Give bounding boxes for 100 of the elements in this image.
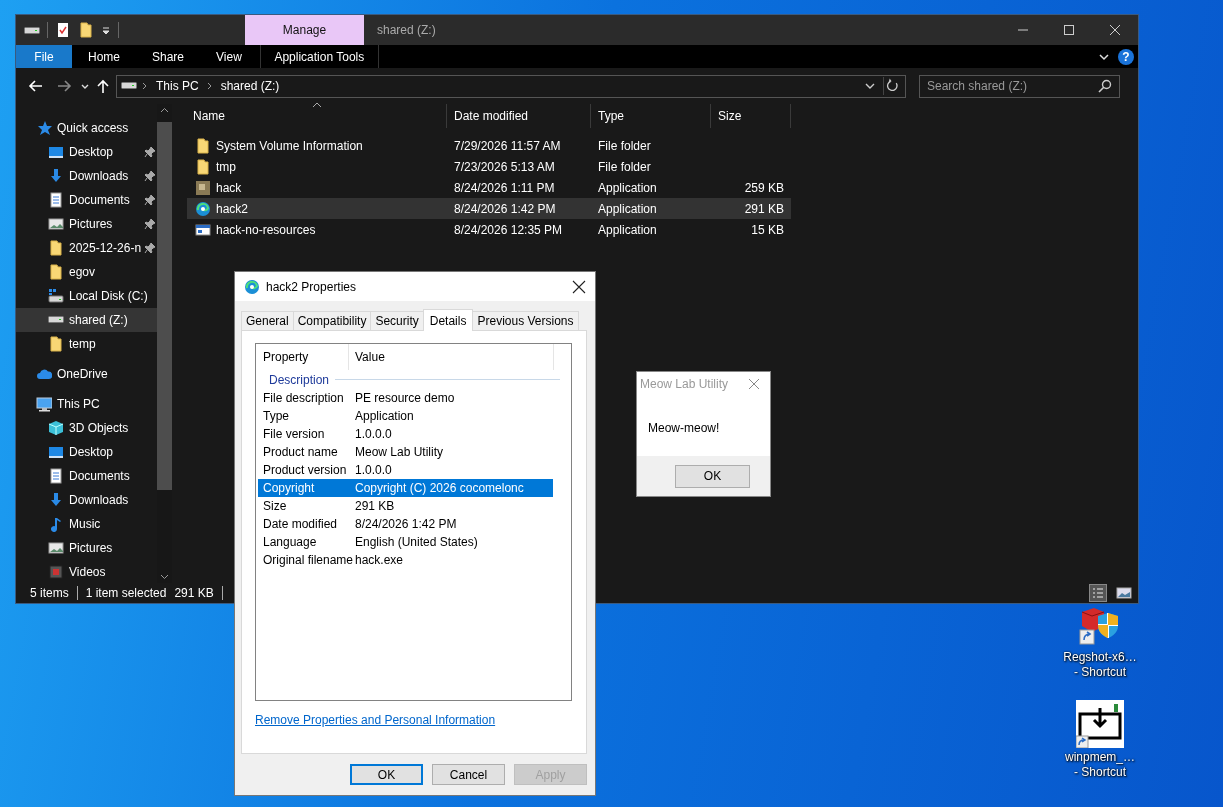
property-row[interactable]: Language English (United States) [258, 533, 553, 551]
breadcrumb[interactable]: This PC [153, 79, 202, 93]
dialog-title: hack2 Properties [266, 279, 357, 294]
selection-info: 1 item selected [85, 586, 167, 600]
file-row[interactable]: hack 8/24/2026 1:11 PM Application 259 KB [187, 177, 791, 198]
property-row[interactable]: Copyright Copyright (C) 2026 cocomelonc [258, 479, 553, 497]
file-name: tmp [216, 159, 236, 174]
property-row[interactable]: Type Application [258, 407, 553, 425]
dialog-button[interactable]: Cancel [432, 764, 505, 785]
help-button[interactable]: ? [1118, 48, 1134, 65]
ribbon-tab[interactable]: View [200, 45, 258, 68]
property-name: Copyright [262, 481, 316, 495]
nav-item[interactable]: egov [16, 260, 157, 284]
music-note-icon [48, 516, 64, 532]
nav-item[interactable]: Desktop [16, 440, 157, 464]
column-header[interactable]: Value [349, 344, 554, 370]
file-row[interactable]: hack2 8/24/2026 1:42 PM Application 291 KB [187, 198, 791, 219]
shortcut-label[interactable]: Regshot-x6… - Shortcut [1063, 650, 1137, 680]
checklist-icon[interactable] [55, 22, 71, 38]
ribbon-tab[interactable]: Home [72, 45, 136, 68]
message-text: Meow-meow! [647, 420, 721, 437]
tab[interactable]: Security [370, 311, 424, 330]
ok-button[interactable]: OK [675, 464, 750, 488]
file-date: 8/24/2026 1:11 PM [453, 179, 556, 197]
column-header[interactable]: Date modified [447, 104, 591, 128]
ribbon-tab[interactable]: Share [136, 45, 201, 68]
folder-icon [195, 158, 211, 175]
file-size: 15 KB [751, 222, 784, 237]
nav-item[interactable]: Downloads [16, 164, 157, 188]
nav-item[interactable]: Desktop [16, 140, 157, 164]
property-value: English (United States) [354, 535, 479, 549]
property-row[interactable]: File version 1.0.0.0 [258, 425, 553, 443]
ribbon-tab[interactable]: File [16, 45, 72, 68]
nav-item[interactable]: OneDrive [16, 362, 157, 386]
property-row[interactable]: Product version 1.0.0.0 [258, 461, 553, 479]
nav-item-label: Videos [69, 565, 106, 579]
details-view-icon[interactable] [1089, 584, 1107, 602]
address-bar[interactable]: This PC shared (Z:) [116, 74, 906, 98]
dialog-button[interactable]: OK [350, 764, 423, 785]
nav-item[interactable]: Music [16, 512, 157, 536]
nav-item[interactable]: shared (Z:) [16, 308, 157, 332]
nav-item[interactable]: Quick access [16, 116, 157, 140]
drive-icon [48, 288, 64, 304]
nav-item[interactable]: Videos [16, 560, 157, 583]
property-value: 291 KB [354, 499, 396, 513]
column-header[interactable]: Size [711, 104, 791, 128]
column-header[interactable]: Type [591, 104, 711, 128]
search-field[interactable]: Search shared (Z:) [919, 74, 1120, 98]
nav-item-label: Pictures [69, 217, 113, 231]
property-value: PE resource demo [354, 391, 456, 405]
file-name: System Volume Information [216, 138, 363, 153]
nav-item-label: 3D Objects [69, 421, 129, 435]
ribbon-tab[interactable]: Application Tools [259, 45, 379, 68]
nav-item[interactable]: Documents [16, 188, 157, 212]
property-row[interactable]: Size 291 KB [258, 497, 553, 515]
property-row[interactable]: File description PE resource demo [258, 389, 553, 407]
property-name: Type [262, 409, 290, 423]
swirl-icon [244, 278, 260, 295]
column-header[interactable]: Property [257, 344, 349, 370]
nav-item-label: OneDrive [57, 367, 108, 381]
nav-item[interactable]: Downloads [16, 488, 157, 512]
computer-icon [36, 396, 52, 412]
nav-item[interactable]: Local Disk (C:) [16, 284, 157, 308]
breadcrumb[interactable]: shared (Z:) [217, 79, 283, 93]
remove-properties-link[interactable]: Remove Properties and Personal Information [255, 713, 496, 727]
close-icon[interactable] [572, 279, 586, 294]
nav-item[interactable]: temp [16, 332, 157, 356]
file-type: Application [597, 221, 658, 239]
file-row[interactable]: tmp 7/23/2026 5:13 AM File folder [187, 156, 791, 177]
contextual-tab-header: Manage [245, 15, 364, 45]
nav-item[interactable]: Pictures [16, 212, 157, 236]
thumbnail-view-icon[interactable] [1115, 584, 1133, 602]
refresh-icon[interactable] [883, 77, 901, 95]
property-row[interactable]: Product name Meow Lab Utility [258, 443, 553, 461]
file-size: 259 KB [744, 180, 784, 195]
nav-item[interactable]: 2025-12-26-n [16, 236, 157, 260]
nav-item[interactable]: Documents [16, 464, 157, 488]
drive-icon[interactable] [24, 26, 40, 34]
nav-item-label: Local Disk (C:) [69, 289, 148, 303]
nav-item[interactable]: Pictures [16, 536, 157, 560]
nav-item[interactable]: 3D Objects [16, 416, 157, 440]
document-icon [48, 192, 64, 208]
scrollbar-thumb[interactable] [157, 122, 172, 490]
shortcut-label[interactable]: winpmem_… - Shortcut [1065, 750, 1135, 780]
nav-item-label: Pictures [69, 541, 113, 555]
tab[interactable]: Details [422, 309, 474, 331]
folder-icon[interactable] [78, 22, 94, 38]
column-header[interactable]: Name [187, 104, 447, 128]
property-row[interactable]: Date modified 8/24/2026 1:42 PM [258, 515, 553, 533]
file-row[interactable]: hack-no-resources 8/24/2026 12:35 PM Application 15 KB [187, 219, 791, 240]
tab[interactable]: Compatibility [292, 311, 372, 330]
property-value: 1.0.0.0 [354, 427, 393, 441]
folder-icon [195, 137, 211, 154]
property-row[interactable]: Original filename hack.exe [258, 551, 553, 569]
tab[interactable]: General [241, 311, 294, 330]
property-value: Meow Lab Utility [354, 445, 445, 459]
tab[interactable]: Previous Versions [472, 311, 579, 330]
nav-item[interactable]: This PC [16, 392, 157, 416]
file-row[interactable]: System Volume Information 7/29/2026 11:57 AM File folder [187, 135, 791, 156]
drive-icon [48, 316, 64, 323]
